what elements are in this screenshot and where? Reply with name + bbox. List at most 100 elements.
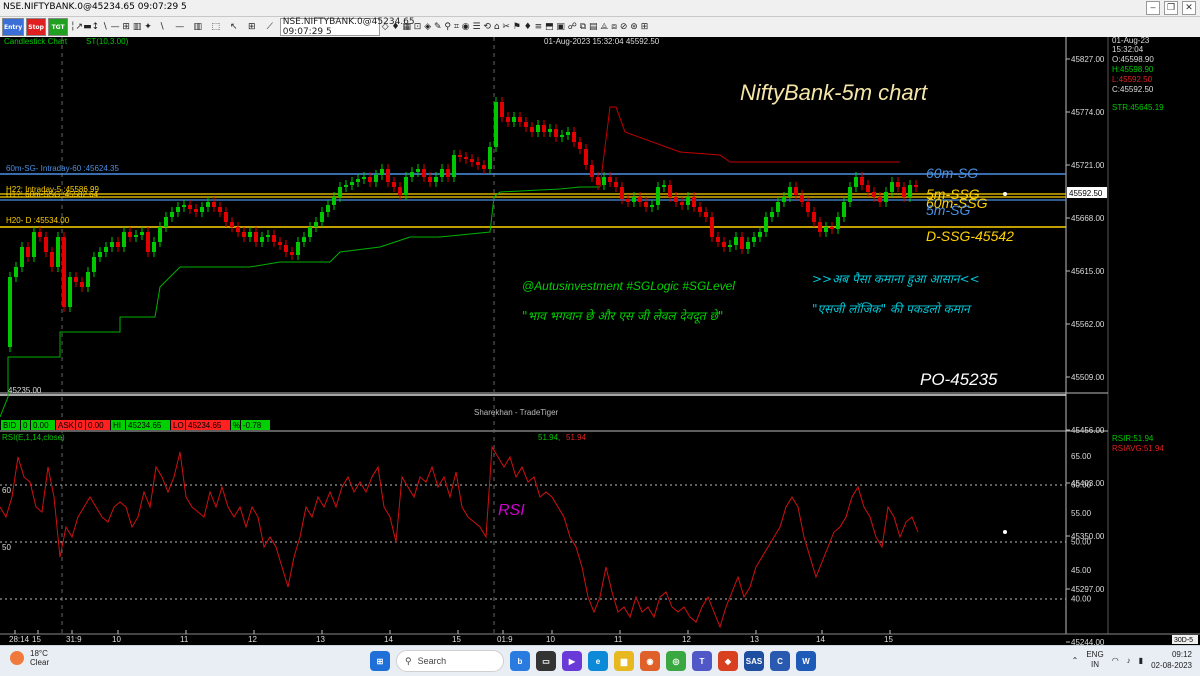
weather-widget[interactable]: 18°C Clear xyxy=(10,649,49,667)
candle-body xyxy=(224,212,228,222)
cursor-dot xyxy=(1003,192,1007,196)
candle-body xyxy=(482,165,486,169)
language-indicator[interactable]: ENG IN xyxy=(1086,650,1103,670)
drawing-tool-icons[interactable]: ╎↗▬↕ ∖ — ⊞ ▥ ✦ xyxy=(70,19,152,35)
windows-taskbar: 18°C Clear ⊞ ⚲ Search b ▭ ▶ e ▆ ◉ ◎ T ◆ … xyxy=(0,645,1200,676)
candle-body xyxy=(368,177,372,182)
chart-area[interactable]: Candlestick Chart ST(10,3.00) 01-Aug-202… xyxy=(0,36,1200,647)
candle-body xyxy=(686,197,690,205)
candle-body xyxy=(128,232,132,237)
candle-body xyxy=(146,232,150,252)
windows-start-icon[interactable]: ⊞ xyxy=(370,651,390,671)
candle-body xyxy=(704,212,708,217)
price-tick-label: 45774.00 xyxy=(1071,108,1105,117)
battery-icon[interactable]: ▮ xyxy=(1139,656,1143,665)
candle-body xyxy=(386,169,390,182)
level-label-h1: H1?: 60m-SSG :45582.64 xyxy=(6,190,99,199)
candle-body xyxy=(680,202,684,205)
candle-body xyxy=(596,177,600,185)
close-icon[interactable]: ✕ xyxy=(1182,1,1196,15)
sas-icon[interactable]: SAS xyxy=(744,651,764,671)
restore-icon[interactable]: ❐ xyxy=(1164,1,1178,15)
rsi-tick-label: 50.00 xyxy=(1071,538,1092,547)
time-tick-label: 10 xyxy=(546,635,555,644)
browser-icon[interactable]: b xyxy=(510,651,530,671)
box-icon[interactable]: ⬚ xyxy=(208,19,224,35)
level-tag-d-ssg: D-SSG-45542 xyxy=(926,228,1014,244)
clock-time: 09:12 xyxy=(1171,650,1192,659)
candle-body xyxy=(806,202,810,212)
candle-body xyxy=(494,102,498,147)
minimize-icon[interactable]: – xyxy=(1146,1,1160,15)
chrome-icon[interactable]: ◎ xyxy=(666,651,686,671)
candle-body xyxy=(734,237,738,245)
candle-body xyxy=(362,177,366,179)
window-controls: – ❐ ✕ xyxy=(1146,1,1196,15)
candle-body xyxy=(458,155,462,157)
chart-type-label: Candlestick Chart xyxy=(4,37,68,46)
bar-chart-icon[interactable]: ▥ xyxy=(190,19,206,35)
candle-body xyxy=(410,172,414,177)
grid-icon[interactable]: ⊞ xyxy=(244,19,260,35)
candle-body xyxy=(62,237,66,307)
timeframe-tag[interactable]: 30D-5 xyxy=(1174,637,1193,644)
chevron-up-icon[interactable]: ⌃ xyxy=(1072,656,1079,665)
price-tick-label: 45297.00 xyxy=(1071,585,1105,594)
taskbar-search[interactable]: ⚲ Search xyxy=(396,650,504,672)
candle-body xyxy=(548,129,552,132)
line-tool-icon[interactable]: ∖ xyxy=(154,19,170,35)
folder-icon[interactable]: ▆ xyxy=(614,651,634,671)
diagonal-tool-icon[interactable]: ⟋ xyxy=(262,19,278,35)
firefox-icon[interactable]: ◉ xyxy=(640,651,660,671)
entry-button[interactable]: Entry xyxy=(2,18,25,36)
candle-body xyxy=(428,177,432,182)
wifi-icon[interactable]: ◠ xyxy=(1112,656,1119,665)
file-icon[interactable]: ▭ xyxy=(536,651,556,671)
candle-body xyxy=(848,187,852,202)
video-call-icon[interactable]: ▶ xyxy=(562,651,582,671)
price-tick-label: 45827.00 xyxy=(1071,55,1105,64)
time-tick-label: 28:14 xyxy=(9,635,30,644)
word-icon[interactable]: W xyxy=(796,651,816,671)
candle-body xyxy=(80,282,84,287)
po-label: PO-45235 xyxy=(920,370,998,389)
stop-button[interactable]: Stop xyxy=(26,18,47,36)
edge-alt-icon[interactable]: C xyxy=(770,651,790,671)
candle-body xyxy=(662,185,666,187)
candle-body xyxy=(794,187,798,195)
candle-body xyxy=(788,187,792,197)
candle-body xyxy=(758,232,762,237)
tradetiger-icon[interactable]: ◆ xyxy=(718,651,738,671)
window-title-bar: NSE.NIFTYBANK.0@45234.65 09:07:29 5 – ❐ … xyxy=(0,0,1200,17)
candle-body xyxy=(896,182,900,187)
side-time: 15:32:04 xyxy=(1112,45,1144,54)
arrow-tool-icon[interactable]: ↖ xyxy=(226,19,242,35)
candle-body xyxy=(116,242,120,247)
bid-bar-text: 0 xyxy=(78,421,83,430)
price-tick-label: 45615.00 xyxy=(1071,267,1105,276)
candle-body xyxy=(122,232,126,247)
side-rsir: RSIR:51.94 xyxy=(1112,434,1154,443)
symbol-field[interactable]: NSE.NIFTYBANK.0@45234.65 09:07:29 5 xyxy=(279,17,415,37)
candle-body xyxy=(872,192,876,197)
candle-body xyxy=(302,237,306,242)
chart-tools-icons[interactable]: ◇ ♦ ▦ ⊡ ◈ ✎ ⚲ ⌗ ◉ ☰ ⟲ ⌂ ✂ ⚑ ♦ ≡ ⬒ ▣ ☍ ⧉ … xyxy=(382,19,649,35)
chart-canvas[interactable]: Candlestick Chart ST(10,3.00) 01-Aug-202… xyxy=(0,36,1200,647)
edge-icon[interactable]: e xyxy=(588,651,608,671)
candle-body xyxy=(296,242,300,255)
teams-icon[interactable]: T xyxy=(692,651,712,671)
rsi-value-1: 51.94, xyxy=(538,433,560,442)
candle-body xyxy=(842,202,846,217)
candle-body xyxy=(608,177,612,182)
rsi-tick-label: 55.00 xyxy=(1071,509,1092,518)
time-tick-label: 11 xyxy=(614,635,623,644)
candle-body xyxy=(272,235,276,242)
promo-hindi-1: "भाव भगवान छे और एस जी लेवल देवदूत छे" xyxy=(522,309,723,324)
volume-icon[interactable]: ♪ xyxy=(1127,656,1131,665)
candle-body xyxy=(392,182,396,187)
hline-tool-icon[interactable]: — xyxy=(172,19,188,35)
time-tick-label: 15 xyxy=(452,635,461,644)
clock[interactable]: 09:12 02-08-2023 xyxy=(1151,649,1192,671)
target-button[interactable]: TGT xyxy=(48,18,69,36)
candle-body xyxy=(914,185,918,187)
